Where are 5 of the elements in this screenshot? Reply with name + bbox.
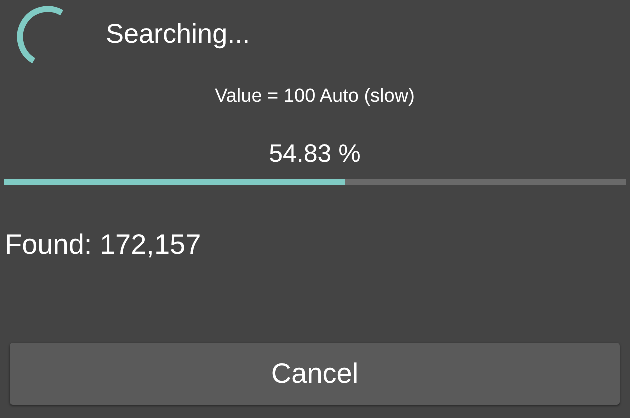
progress-reading: 54.83 % xyxy=(268,140,362,169)
cancel-button[interactable]: Cancel xyxy=(10,343,620,405)
value-text: Value = 100 Auto (slow) xyxy=(214,86,416,108)
found-count: Found: 172,157 xyxy=(4,229,202,261)
dialog-title: Searching... xyxy=(106,18,250,50)
